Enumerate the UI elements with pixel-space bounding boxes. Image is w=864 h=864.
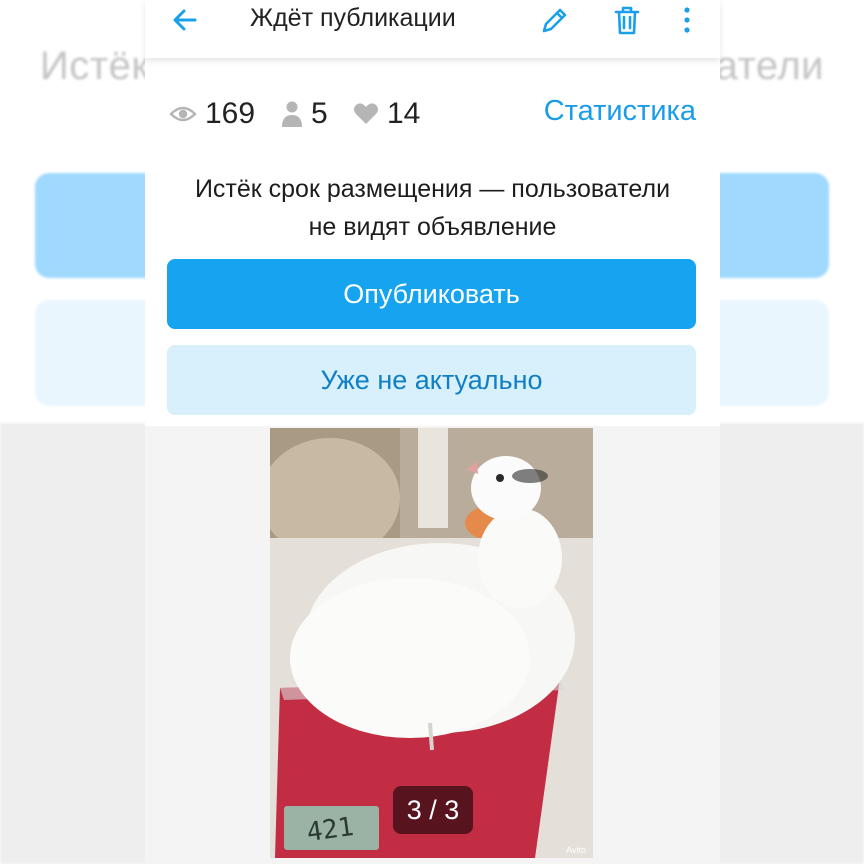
- page-title: Ждёт публикации: [250, 4, 456, 32]
- contacts-count: 5: [311, 97, 328, 130]
- publish-button[interactable]: Опубликовать: [167, 259, 696, 329]
- listing-card: Ждёт публикации 169 5 14 Статистика Истё…: [145, 0, 720, 864]
- expired-notice: Истёк срок размещения — пользователи не …: [145, 170, 720, 246]
- background-title-fragment-left: Истёк: [40, 44, 150, 88]
- listing-stats: 169 5 14 Статистика: [145, 94, 720, 134]
- photo-counter: 3 / 3: [393, 786, 473, 834]
- arrow-left-icon: [173, 9, 197, 31]
- avito-watermark: Avito: [566, 845, 586, 855]
- more-button[interactable]: [675, 2, 699, 38]
- background-title-fragment-right: атели: [715, 44, 824, 88]
- notice-line-1: Истёк срок размещения — пользователи: [194, 175, 671, 203]
- photo-gallery[interactable]: 421 Avito 3 / 3: [145, 426, 720, 864]
- back-button[interactable]: [167, 2, 203, 38]
- contacts-stat: 5: [281, 94, 328, 134]
- person-icon: [282, 101, 302, 127]
- not-relevant-button[interactable]: Уже не актуально: [167, 345, 696, 415]
- delete-button[interactable]: [609, 2, 645, 38]
- more-vertical-icon: [684, 7, 690, 33]
- trash-icon: [614, 6, 640, 35]
- statistics-link[interactable]: Статистика: [544, 95, 696, 128]
- edit-button[interactable]: [537, 2, 573, 38]
- views-stat: 169: [169, 94, 255, 134]
- heart-icon: [354, 103, 378, 124]
- app-bar: Ждёт публикации: [145, 0, 720, 58]
- notice-line-2: не видят объявление: [308, 213, 557, 241]
- views-count: 169: [205, 97, 256, 130]
- eye-icon: [169, 106, 197, 122]
- favorites-stat: 14: [353, 94, 420, 134]
- pencil-icon: [542, 8, 567, 33]
- favorites-count: 14: [387, 97, 421, 130]
